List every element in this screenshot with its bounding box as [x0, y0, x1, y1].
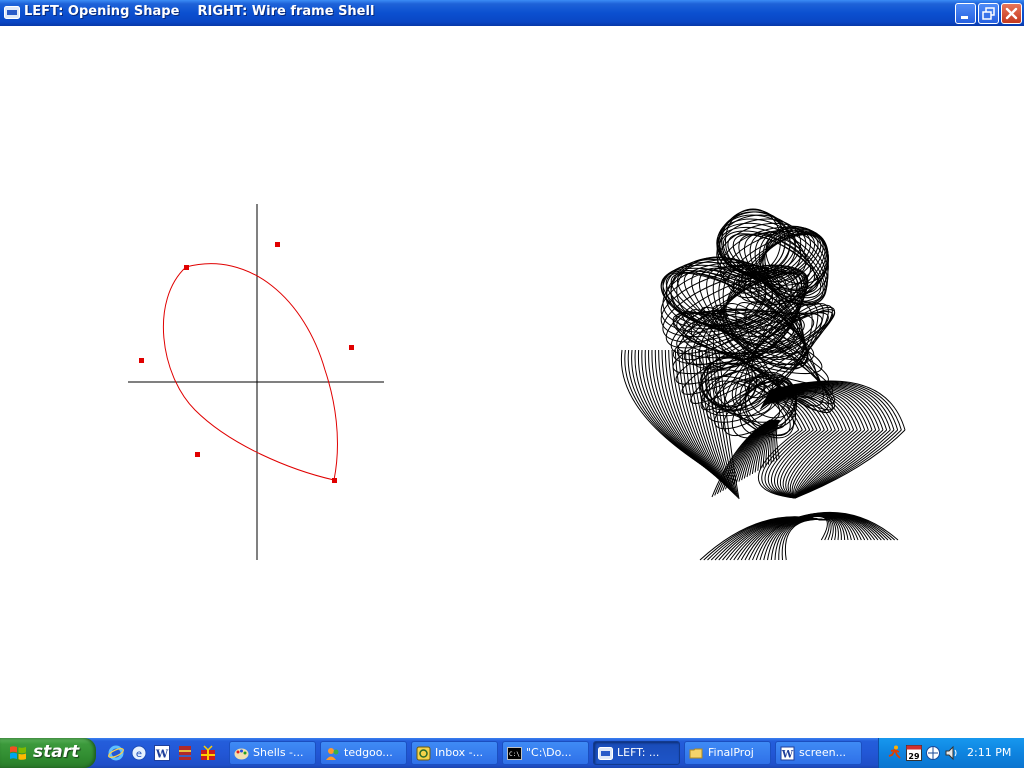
minimize-icon: [961, 16, 968, 19]
clock: 2:11 PM: [967, 746, 1012, 759]
gift-icon[interactable]: [200, 745, 216, 761]
control-point[interactable]: [139, 358, 144, 363]
start-label: start: [33, 742, 80, 762]
calendar-day: 29: [908, 752, 920, 761]
app-window-icon: [4, 6, 20, 19]
word-document-icon: W: [780, 746, 795, 761]
task-button[interactable]: LEFT: ...: [593, 741, 680, 765]
outlook-express-icon[interactable]: e: [131, 745, 147, 761]
wireframe-shell: [620, 208, 906, 561]
task-button[interactable]: Inbox -...: [411, 741, 498, 765]
network-icon[interactable]: [925, 745, 941, 761]
svg-text:C:\: C:\: [509, 751, 520, 758]
restore-icon: [982, 7, 995, 20]
task-label: Inbox -...: [435, 746, 484, 759]
opening-curve: [162, 263, 338, 481]
restore-button[interactable]: [978, 3, 999, 24]
email-icon: [416, 746, 431, 761]
app-window-icon: [598, 747, 613, 760]
svg-text:W: W: [781, 750, 794, 761]
volume-icon[interactable]: [944, 745, 960, 761]
task-label: Shells -...: [253, 746, 304, 759]
paint-icon: [234, 748, 249, 760]
task-label: FinalProj: [708, 746, 754, 759]
start-button[interactable]: start: [0, 738, 96, 768]
svg-text:W: W: [155, 748, 169, 761]
title-bar[interactable]: LEFT: Opening Shape RIGHT: Wire frame Sh…: [0, 0, 1024, 26]
control-point[interactable]: [184, 265, 189, 270]
internet-explorer-icon[interactable]: [108, 745, 124, 761]
windows-logo-icon: [10, 746, 26, 760]
system-tray: 29 2:11 PM: [878, 738, 1024, 768]
control-point[interactable]: [332, 478, 337, 483]
task-label: tedgoo...: [344, 746, 393, 759]
messenger-icon: [326, 748, 339, 760]
minimize-button[interactable]: [955, 3, 976, 24]
close-button[interactable]: [1001, 3, 1022, 24]
winrar-icon[interactable]: [177, 745, 193, 761]
folder-icon: [689, 748, 703, 759]
task-label: LEFT: ...: [617, 746, 660, 759]
word-icon[interactable]: W: [154, 745, 170, 761]
control-point[interactable]: [275, 242, 280, 247]
svg-text:e: e: [136, 749, 142, 760]
window-title: LEFT: Opening Shape RIGHT: Wire frame Sh…: [24, 4, 375, 19]
task-button[interactable]: W screen...: [775, 741, 862, 765]
drawing-canvas[interactable]: [0, 26, 1024, 738]
control-point[interactable]: [349, 345, 354, 350]
console-icon: C:\: [507, 747, 522, 760]
control-point[interactable]: [195, 452, 200, 457]
task-label: "C:\Do...: [526, 746, 572, 759]
close-icon: [1005, 7, 1018, 20]
taskbar: start e W Shells -... tedgoo... Inbox -.…: [0, 738, 1024, 768]
opening-shape-panel[interactable]: [128, 204, 384, 560]
task-button[interactable]: FinalProj: [684, 741, 771, 765]
task-button[interactable]: C:\ "C:\Do...: [502, 741, 589, 765]
task-label: screen...: [799, 746, 847, 759]
calendar-icon[interactable]: 29: [906, 745, 922, 761]
task-button[interactable]: tedgoo...: [320, 741, 407, 765]
running-man-icon[interactable]: [887, 745, 903, 761]
task-button[interactable]: Shells -...: [229, 741, 316, 765]
